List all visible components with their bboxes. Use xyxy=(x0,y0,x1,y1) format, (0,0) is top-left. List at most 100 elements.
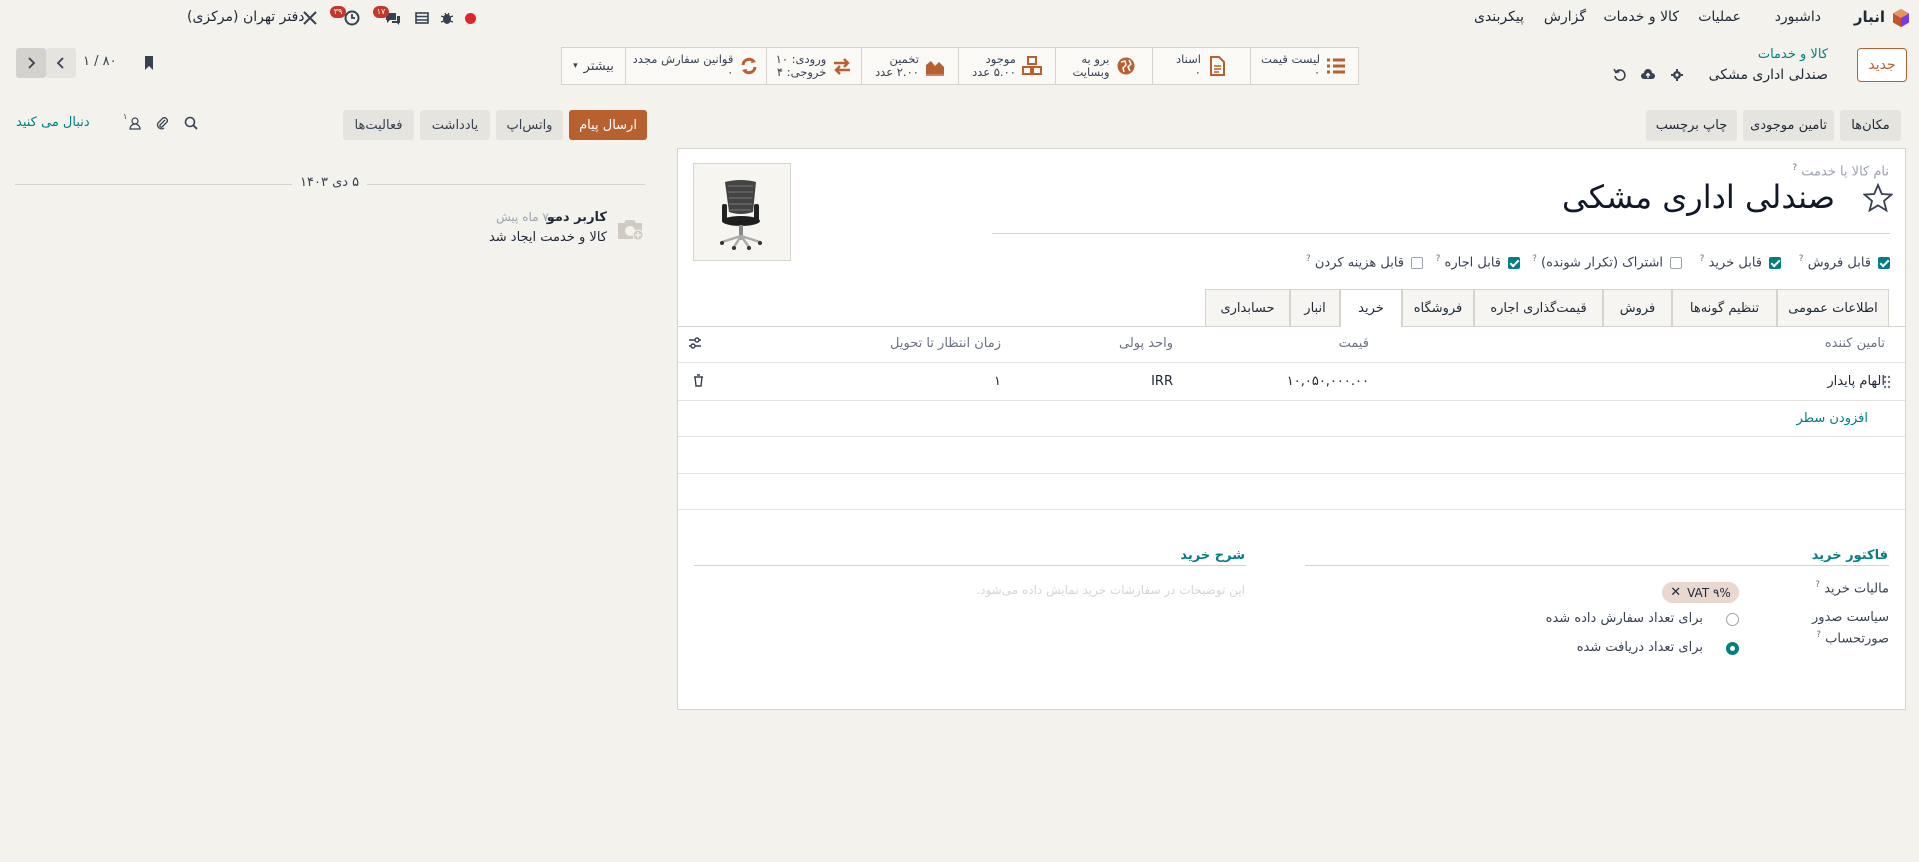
add-line-link[interactable]: افزودن سطر xyxy=(1797,411,1868,426)
more-button[interactable]: بیشتر ▾ xyxy=(562,48,625,84)
send-message-button[interactable]: ارسال پیام xyxy=(569,110,647,140)
can-be-rented-checkbox[interactable] xyxy=(1508,257,1520,269)
tools-icon[interactable] xyxy=(301,9,319,27)
column-price[interactable]: قیمت xyxy=(1339,336,1369,351)
column-currency[interactable]: واحد پولی xyxy=(1119,336,1173,351)
product-image[interactable] xyxy=(693,163,791,261)
list-icon xyxy=(1327,58,1346,74)
print-labels-button[interactable]: چاپ برچسب xyxy=(1646,110,1737,141)
optional-columns-icon[interactable] xyxy=(688,336,702,350)
bookmark-icon[interactable] xyxy=(143,55,155,71)
list-rows-icon[interactable] xyxy=(413,9,431,27)
pager-counter[interactable]: ۱ / ۸۰ xyxy=(83,54,117,69)
tab-rental-pricing[interactable]: قیمت‌گذاری اجاره xyxy=(1474,289,1603,326)
smart-button-in-out[interactable]: ورودی: ۱۰ خروجی: ۴ xyxy=(766,48,861,84)
menu-configuration[interactable]: پیکربندی xyxy=(1474,9,1524,25)
menu-dashboard[interactable]: داشبورد xyxy=(1775,9,1821,25)
trash-icon[interactable] xyxy=(693,374,704,387)
company-switcher[interactable]: دفتر تهران (مرکزی) xyxy=(187,9,305,25)
purchase-tax-label: مالیات خرید ? xyxy=(1815,580,1889,597)
pager-next-button[interactable] xyxy=(16,48,46,78)
gear-icon[interactable] xyxy=(1671,69,1683,81)
policy-received-label[interactable]: برای تعداد دریافت شده xyxy=(1577,640,1703,655)
vendor-currency[interactable]: IRR xyxy=(1151,374,1173,389)
can-be-sold-label: قابل فروش ? xyxy=(1798,254,1871,271)
smart-button-documents[interactable]: اسناد ۰ xyxy=(1152,48,1250,84)
website-label: وبسایت xyxy=(1072,65,1110,79)
tab-sales[interactable]: فروش xyxy=(1603,289,1672,326)
activity-counter: ۳۹ xyxy=(330,6,346,18)
star-icon[interactable] xyxy=(1863,183,1893,213)
tab-ecommerce[interactable]: فروشگاه xyxy=(1402,289,1474,326)
can-be-purchased-label: قابل خرید ? xyxy=(1699,254,1762,271)
activities-button[interactable]: فعالیت‌ها xyxy=(343,110,414,140)
paperclip-icon[interactable] xyxy=(155,116,169,130)
tax-tag[interactable]: ✕ VAT ۹% xyxy=(1662,582,1739,603)
breadcrumb-parent[interactable]: کالا و خدمات xyxy=(1758,47,1828,62)
vendor-bills-title: فاکتور خرید xyxy=(1811,548,1888,563)
can-be-expensed-label: قابل هزینه کردن ? xyxy=(1305,254,1404,271)
policy-ordered-label[interactable]: برای تعداد سفارش داده شده xyxy=(1546,611,1703,626)
vendor-delay[interactable]: ۱ xyxy=(994,374,1001,389)
can-be-purchased-checkbox[interactable] xyxy=(1769,257,1781,269)
policy-ordered-radio[interactable] xyxy=(1726,613,1739,626)
menu-products[interactable]: کالا و خدمات xyxy=(1603,9,1679,25)
replenish-button[interactable]: تامین موجودی xyxy=(1743,110,1834,141)
smart-button-website[interactable]: برو به وبسایت xyxy=(1055,48,1152,84)
document-icon xyxy=(1209,56,1225,76)
chevron-left-icon xyxy=(56,57,64,69)
vendor-name[interactable]: الهام پایدار xyxy=(1827,374,1885,389)
pricelist-count: ۰ xyxy=(1313,65,1321,79)
search-icon[interactable] xyxy=(184,116,198,130)
product-name[interactable]: صندلی اداری مشکی xyxy=(1562,178,1835,216)
tab-accounting[interactable]: حسابداری xyxy=(1205,289,1290,326)
discard-icon[interactable] xyxy=(1613,68,1626,81)
followers-count: ۱ xyxy=(123,112,128,121)
followers-icon[interactable] xyxy=(129,117,141,130)
app-name[interactable]: انبار xyxy=(1854,8,1885,26)
section-line xyxy=(694,565,1246,566)
recording-indicator xyxy=(465,13,476,24)
smart-buttons-bar: بیشتر ▾ قوانین سفارش مجدد ۰ ورودی: ۱۰ خروج… xyxy=(561,47,1359,85)
breadcrumb-current: صندلی اداری مشکی xyxy=(1708,67,1828,83)
bill-control-label-line1: سیاست صدور xyxy=(1812,610,1889,625)
caret-down-icon: ▾ xyxy=(573,61,578,71)
table-row-line xyxy=(678,509,1905,510)
column-delivery-lead-time[interactable]: زمان انتظار تا تحویل xyxy=(890,336,1001,351)
inventory-app-icon[interactable] xyxy=(1891,8,1911,28)
subscription-checkbox[interactable] xyxy=(1670,257,1682,269)
smart-button-forecast[interactable]: تخمین ۲.۰۰ عدد xyxy=(861,48,958,84)
more-label: بیشتر xyxy=(583,58,614,74)
arrows-exchange-icon xyxy=(834,58,851,75)
log-note-button[interactable]: یادداشت xyxy=(420,110,490,140)
on-hand-value: ۵.۰۰ عدد xyxy=(972,65,1016,79)
following-button[interactable]: دنبال می کنید xyxy=(16,115,90,130)
menu-reporting[interactable]: گزارش xyxy=(1544,9,1586,25)
purchase-description-title: شرح خرید xyxy=(1180,548,1245,563)
whatsapp-button[interactable]: واتس‌اپ xyxy=(496,110,563,140)
can-be-sold-checkbox[interactable] xyxy=(1878,257,1890,269)
cloud-save-icon[interactable] xyxy=(1641,69,1655,81)
refresh-icon xyxy=(741,57,757,75)
tab-variants[interactable]: تنظیم گونه‌ها xyxy=(1672,289,1777,326)
office-chair-image xyxy=(720,180,762,250)
column-vendor[interactable]: تامین کننده xyxy=(1825,336,1885,351)
tab-inventory[interactable]: انبار xyxy=(1290,289,1340,326)
smart-button-reorder-rules[interactable]: قوانین سفارش مجدد ۰ xyxy=(625,48,766,84)
product-name-label: نام کالا یا خدمت ? xyxy=(1792,163,1889,180)
menu-operations[interactable]: عملیات xyxy=(1698,9,1741,25)
new-button[interactable]: جدید xyxy=(1857,48,1907,82)
can-be-expensed-checkbox[interactable] xyxy=(1411,257,1423,269)
tag-remove-icon[interactable]: ✕ xyxy=(1670,585,1681,600)
smart-button-on-hand[interactable]: موجود ۵.۰۰ عدد xyxy=(958,48,1055,84)
policy-received-radio[interactable] xyxy=(1726,642,1739,655)
tab-general-info[interactable]: اطلاعات عمومی xyxy=(1777,289,1889,326)
vendor-price[interactable]: ۱۰,۰۵۰,۰۰۰.۰۰ xyxy=(1287,374,1369,389)
smart-button-pricelist[interactable]: لیست قیمت ۰ xyxy=(1250,48,1356,84)
bug-icon[interactable] xyxy=(438,9,456,27)
purchase-description-field[interactable]: این توضیحات در سفارشات خرید نمایش داده م… xyxy=(976,583,1245,597)
locations-button[interactable]: مکان‌ها xyxy=(1840,110,1901,141)
table-row-line xyxy=(678,436,1905,437)
tab-purchase[interactable]: خرید xyxy=(1340,289,1402,327)
pager-previous-button[interactable] xyxy=(46,48,76,78)
